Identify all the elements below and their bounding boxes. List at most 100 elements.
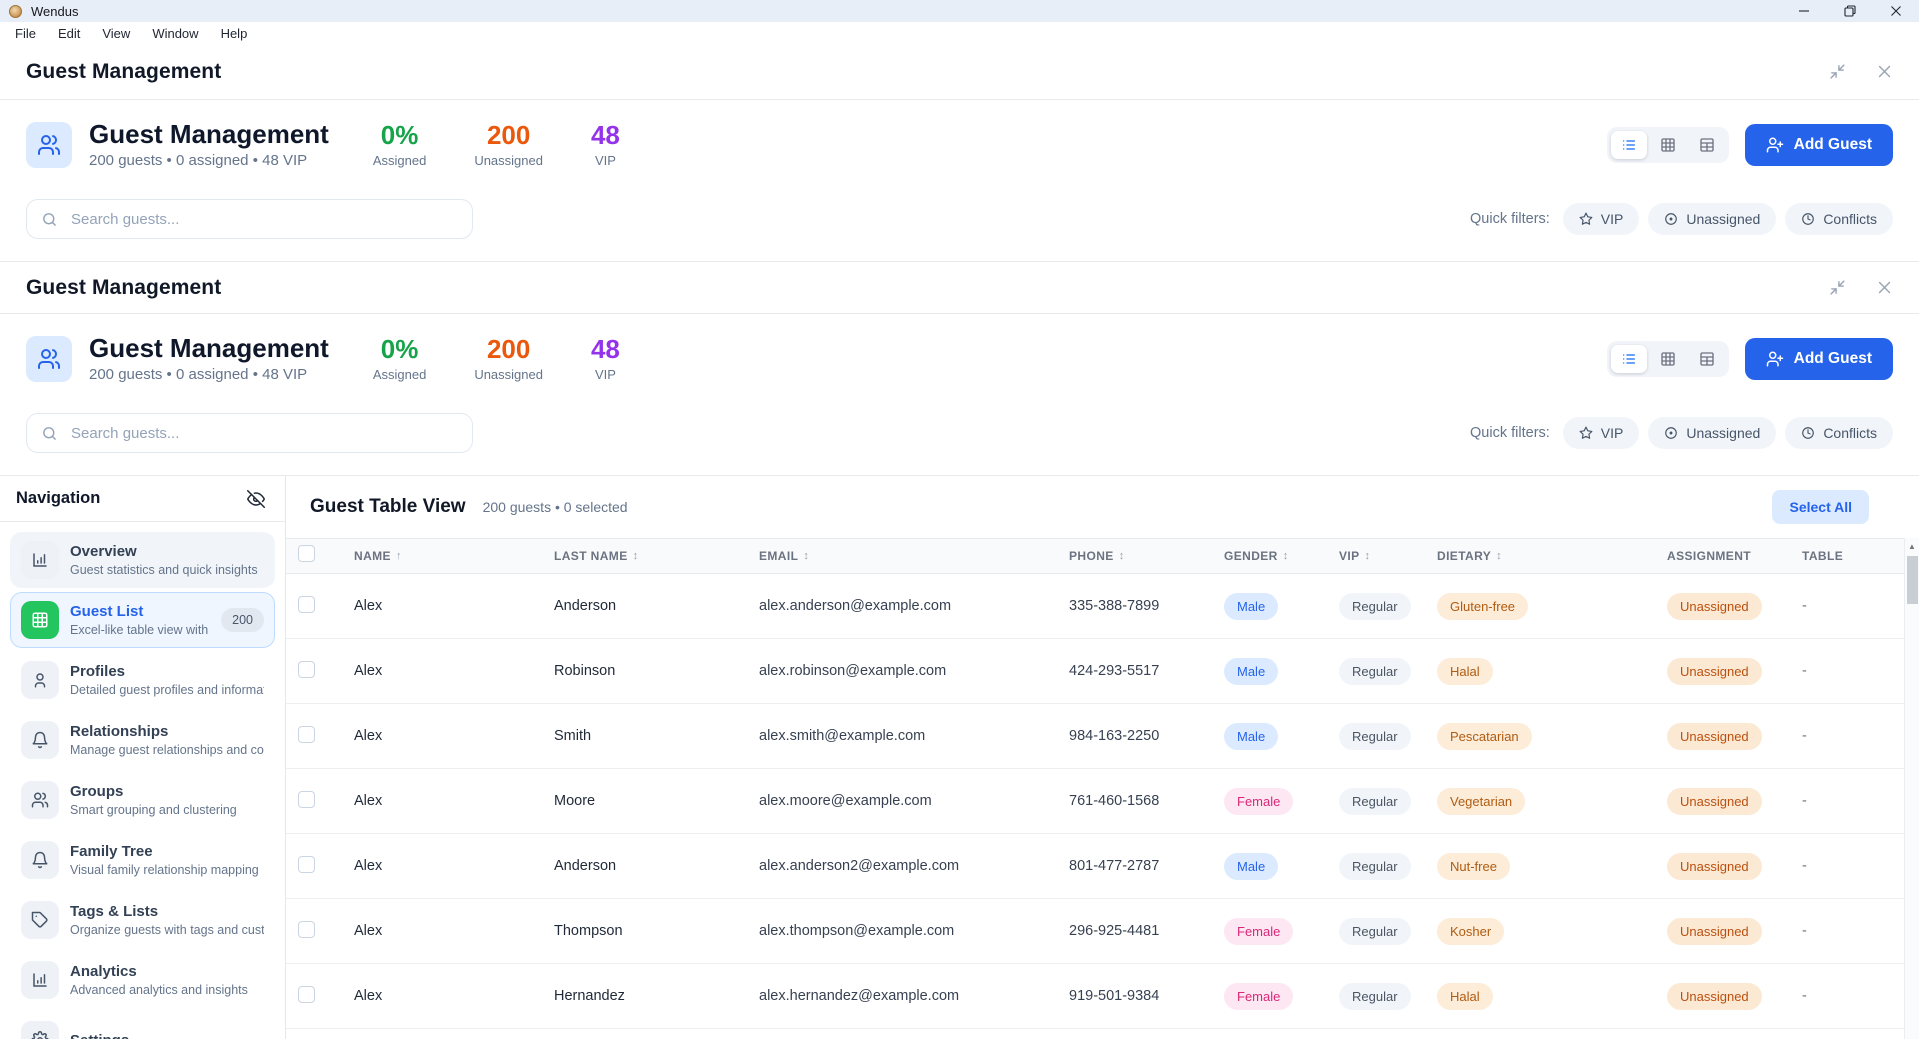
menu-edit[interactable]: Edit — [47, 26, 91, 41]
column-header-phone[interactable]: PHONE↕ — [1069, 549, 1224, 563]
cell-phone: 761-460-1568 — [1069, 793, 1224, 809]
vip-badge: Regular — [1339, 853, 1411, 880]
sidebar-item-overview[interactable]: Overview Guest statistics and quick insi… — [10, 532, 275, 588]
table-row[interactable]: Alex Anderson alex.anderson2@example.com… — [286, 834, 1919, 899]
close-panel-icon[interactable] — [1876, 63, 1893, 80]
guest-table-section: Guest Table View 200 guests • 0 selected… — [286, 476, 1919, 1039]
vip-badge: Regular — [1339, 658, 1411, 685]
vip-badge: Regular — [1339, 788, 1411, 815]
table-view-button[interactable] — [1689, 131, 1725, 159]
menu-help[interactable]: Help — [210, 26, 259, 41]
table-row[interactable]: Alex Thompson alex.thompson@example.com … — [286, 899, 1919, 964]
titlebar: Wendus — [0, 0, 1919, 22]
add-guest-button[interactable]: Add Guest — [1745, 338, 1893, 380]
cell-last-name: Smith — [554, 728, 759, 744]
column-header-last-name[interactable]: LAST NAME↕ — [554, 549, 759, 563]
sidebar-item-guest-list[interactable]: Guest List Excel-like table view with so… — [10, 592, 275, 648]
filter-vip-button[interactable]: VIP — [1563, 203, 1640, 235]
column-header-name[interactable]: NAME↑ — [354, 549, 554, 563]
scroll-up-arrow-icon[interactable]: ▲ — [1905, 538, 1919, 554]
vertical-scrollbar[interactable]: ▲ — [1904, 538, 1919, 1039]
sidebar-item-settings[interactable]: Settings — [10, 1012, 275, 1039]
sidebar-item-family-tree[interactable]: Family Tree Visual family relationship m… — [10, 832, 275, 888]
bell-icon — [21, 721, 59, 759]
cell-phone: 424-293-5517 — [1069, 663, 1224, 679]
row-checkbox[interactable] — [298, 856, 315, 873]
quick-filters-label: Quick filters: — [1470, 211, 1550, 227]
card-title: Guest Management — [89, 334, 329, 363]
sort-asc-icon: ↑ — [396, 550, 402, 562]
table-row[interactable]: Alex Moore alex.moore@example.com 761-46… — [286, 769, 1919, 834]
row-checkbox[interactable] — [298, 986, 315, 1003]
table-icon — [21, 601, 59, 639]
sort-icon: ↕ — [633, 550, 639, 562]
cell-email: alex.smith@example.com — [759, 728, 1069, 744]
cell-phone: 984-163-2250 — [1069, 728, 1224, 744]
cell-phone: 801-477-2787 — [1069, 858, 1224, 874]
list-view-button[interactable] — [1611, 345, 1647, 373]
vip-badge: Regular — [1339, 983, 1411, 1010]
vip-badge: Regular — [1339, 723, 1411, 750]
add-guest-button[interactable]: Add Guest — [1745, 124, 1893, 166]
window-title: Wendus — [31, 4, 78, 19]
column-header-dietary[interactable]: DIETARY↕ — [1437, 549, 1667, 563]
filter-vip-button[interactable]: VIP — [1563, 417, 1640, 449]
clock-icon — [1801, 212, 1815, 226]
stat-vip: 48 VIP — [591, 121, 620, 168]
grid-view-button[interactable] — [1650, 345, 1686, 373]
row-checkbox[interactable] — [298, 596, 315, 613]
table-row[interactable]: Alex Anderson alex.anderson@example.com … — [286, 574, 1919, 639]
cell-phone: 919-501-9384 — [1069, 988, 1224, 1004]
table-row[interactable]: Alex Smith alex.smith@example.com 984-16… — [286, 704, 1919, 769]
close-panel-icon[interactable] — [1876, 279, 1893, 296]
row-checkbox[interactable] — [298, 921, 315, 938]
sidebar-item-groups[interactable]: Groups Smart grouping and clustering — [10, 772, 275, 828]
gender-badge: Male — [1224, 723, 1278, 750]
guest-management-panel-1: Guest Management Guest Management 200 gu… — [0, 44, 1919, 261]
row-checkbox[interactable] — [298, 791, 315, 808]
cell-name: Alex — [354, 988, 554, 1004]
grid-view-button[interactable] — [1650, 131, 1686, 159]
column-header-vip[interactable]: VIP↕ — [1339, 549, 1437, 563]
menu-window[interactable]: Window — [141, 26, 209, 41]
filter-conflicts-button[interactable]: Conflicts — [1785, 203, 1893, 235]
row-checkbox[interactable] — [298, 661, 315, 678]
cell-table: - — [1802, 598, 1919, 614]
search-input[interactable] — [26, 199, 473, 239]
menu-file[interactable]: File — [4, 26, 47, 41]
column-header-email[interactable]: EMAIL↕ — [759, 549, 1069, 563]
column-header-gender[interactable]: GENDER↕ — [1224, 549, 1339, 563]
minimize-button[interactable] — [1781, 0, 1827, 22]
eye-off-icon[interactable] — [247, 490, 265, 508]
menu-view[interactable]: View — [91, 26, 141, 41]
table-view-title: Guest Table View — [310, 496, 466, 518]
sidebar-item-relationships[interactable]: Relationships Manage guest relationships… — [10, 712, 275, 768]
list-view-button[interactable] — [1611, 131, 1647, 159]
sidebar-item-analytics[interactable]: Analytics Advanced analytics and insight… — [10, 952, 275, 1008]
cell-table: - — [1802, 793, 1919, 809]
table-row[interactable]: Alex Robinson alex.robinson@example.com … — [286, 639, 1919, 704]
row-checkbox[interactable] — [298, 726, 315, 743]
cell-table: - — [1802, 858, 1919, 874]
restore-button[interactable] — [1827, 0, 1873, 22]
cell-name: Alex — [354, 793, 554, 809]
sidebar-item-profiles[interactable]: Profiles Detailed guest profiles and inf… — [10, 652, 275, 708]
card-subtitle: 200 guests • 0 assigned • 48 VIP — [89, 152, 329, 169]
filter-unassigned-button[interactable]: Unassigned — [1648, 417, 1776, 449]
sidebar-item-tags-lists[interactable]: Tags & Lists Organize guests with tags a… — [10, 892, 275, 948]
select-all-button[interactable]: Select All — [1772, 490, 1869, 524]
table-row[interactable]: Alex Hernandez alex.hernandez@example.co… — [286, 964, 1919, 1029]
search-input[interactable] — [26, 413, 473, 453]
close-button[interactable] — [1873, 0, 1919, 22]
guest-count-badge: 200 — [221, 608, 264, 632]
filter-conflicts-button[interactable]: Conflicts — [1785, 417, 1893, 449]
sort-icon: ↕ — [1496, 550, 1502, 562]
table-view-button[interactable] — [1689, 345, 1725, 373]
collapse-panel-icon[interactable] — [1829, 63, 1846, 80]
collapse-panel-icon[interactable] — [1829, 279, 1846, 296]
filter-unassigned-button[interactable]: Unassigned — [1648, 203, 1776, 235]
select-all-checkbox[interactable] — [298, 545, 315, 562]
scrollbar-thumb[interactable] — [1907, 556, 1918, 604]
stat-unassigned: 200 Unassigned — [474, 121, 543, 168]
search-icon — [41, 425, 58, 442]
